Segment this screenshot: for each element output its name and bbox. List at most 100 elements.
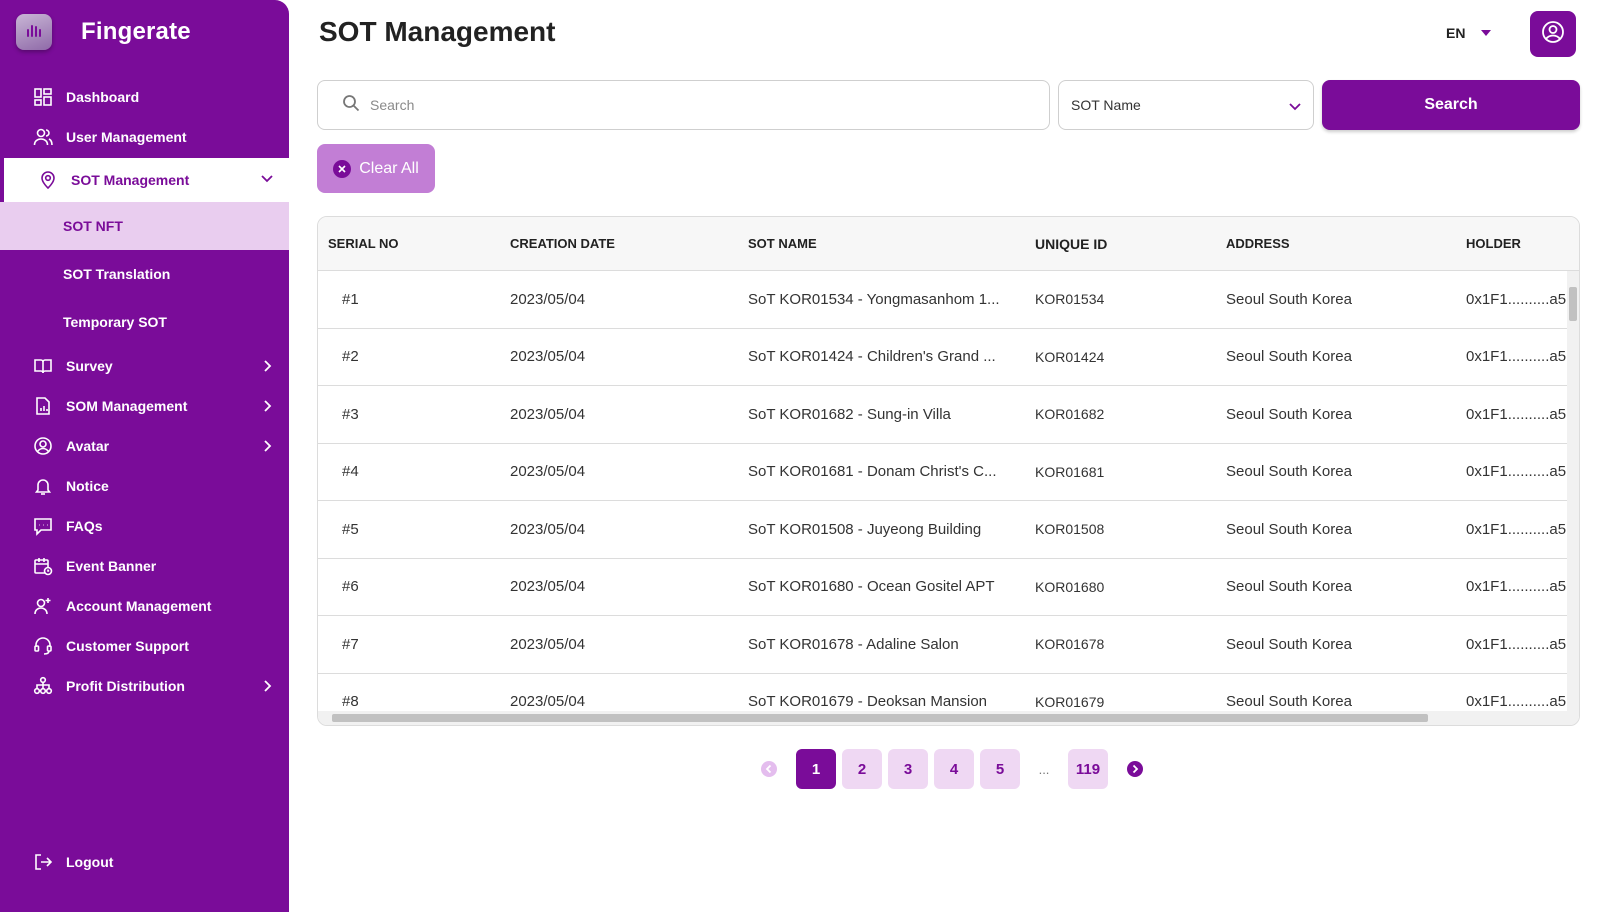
search-icon — [342, 94, 360, 117]
sidebar-item-label: Avatar — [66, 438, 110, 454]
sidebar-item-profit-distribution[interactable]: Profit Distribution — [0, 666, 289, 706]
sidebar-item-event-banner[interactable]: Event Banner — [0, 546, 289, 586]
chevron-right-icon — [259, 358, 275, 374]
sidebar-item-customer-support[interactable]: Customer Support — [0, 626, 289, 666]
brand[interactable]: Fingerate — [16, 12, 191, 52]
sidebar-item-faqs[interactable]: FAQs — [0, 506, 289, 546]
table-cell-address: Seoul South Korea — [1226, 635, 1352, 653]
profile-button[interactable] — [1530, 11, 1576, 57]
sidebar-item-som-management[interactable]: SOM Management — [0, 386, 289, 426]
column-header-address[interactable]: ADDRESS — [1226, 236, 1466, 251]
calendar-clock-icon — [33, 556, 53, 576]
chevron-right-icon — [259, 678, 275, 694]
table-cell-id: KOR01679 — [1035, 693, 1105, 710]
table-cell-serial: #1 — [342, 290, 359, 308]
caret-down-icon — [1481, 30, 1492, 36]
chevron-down-icon — [259, 170, 275, 186]
sidebar-item-dashboard[interactable]: Dashboard — [0, 77, 289, 117]
sidebar-item-user-management[interactable]: User Management — [0, 117, 289, 157]
table-cell-serial: #4 — [342, 463, 359, 481]
sidebar-item-survey[interactable]: Survey — [0, 346, 289, 386]
sidebar-item-avatar[interactable]: Avatar — [0, 426, 289, 466]
sidebar-item-label: Event Banner — [66, 558, 157, 574]
table-cell-address: Seoul South Korea — [1226, 348, 1352, 366]
table-body: #1 2023/05/04 SoT KOR01534 - Yongmasanhom … — [318, 271, 1579, 725]
table-cell-date: 2023/05/04 — [510, 578, 586, 596]
sidebar-item-notice[interactable]: Notice — [0, 466, 289, 506]
sidebar-item-label: Account Management — [66, 598, 212, 614]
table-cell-id: KOR01508 — [1035, 521, 1105, 538]
sot-table: SERIAL NO CREATION DATE SOT NAME UNIQUE … — [317, 216, 1580, 726]
sidebar-item-label: Customer Support — [66, 638, 189, 654]
table-cell-serial: #7 — [342, 635, 359, 653]
table-row[interactable]: #3 2023/05/04 SoT KOR01682 - Sung-in Villa… — [318, 386, 1579, 444]
logout-button[interactable]: Logout — [33, 852, 113, 872]
chevron-down-icon — [1287, 98, 1303, 117]
close-circle-icon — [333, 159, 352, 178]
page-button-2[interactable]: 2 — [842, 749, 882, 789]
sidebar-subitem-sot-nft[interactable]: SOT NFT — [0, 202, 289, 250]
table-row[interactable]: #2 2023/05/04 SoT KOR01424 - Children's Gr… — [318, 329, 1579, 386]
page-button-1[interactable]: 1 — [796, 749, 836, 789]
chevron-right-icon — [259, 398, 275, 414]
table-row[interactable]: #6 2023/05/04 SoT KOR01680 - Ocean Gositel… — [318, 559, 1579, 616]
column-header-sot-name[interactable]: SOT NAME — [748, 236, 1035, 251]
search-filter-select[interactable]: SOT Name — [1058, 80, 1314, 130]
table-row[interactable]: #4 2023/05/04 SoT KOR01681 - Donam Christ'… — [318, 444, 1579, 501]
table-cell-date: 2023/05/04 — [510, 520, 586, 538]
table-cell-name: SoT KOR01681 - Donam Christ's C... — [748, 463, 997, 481]
table-header: SERIAL NO CREATION DATE SOT NAME UNIQUE … — [318, 217, 1579, 271]
column-header-unique-id[interactable]: UNIQUE ID — [1035, 236, 1226, 252]
sidebar-subitem-sot-translation[interactable]: SOT Translation — [0, 250, 289, 298]
table-cell-name: SoT KOR01679 - Deoksan Mansion — [748, 693, 988, 711]
page-button-3[interactable]: 3 — [888, 749, 928, 789]
page-button-4[interactable]: 4 — [934, 749, 974, 789]
page-button-last[interactable]: 119 — [1068, 749, 1108, 789]
column-header-creation-date[interactable]: CREATION DATE — [510, 236, 748, 251]
search-button[interactable]: Search — [1322, 80, 1580, 130]
column-header-holder[interactable]: HOLDER — [1466, 236, 1566, 251]
table-cell-serial: #5 — [342, 520, 359, 538]
table-cell-serial: #8 — [342, 693, 359, 711]
sidebar-item-account-management[interactable]: Account Management — [0, 586, 289, 626]
column-header-serial-no[interactable]: SERIAL NO — [318, 236, 510, 251]
sidebar-item-label: Notice — [66, 478, 109, 494]
table-row[interactable]: #1 2023/05/04 SoT KOR01534 - Yongmasanhom … — [318, 271, 1579, 329]
sidebar-item-label: Survey — [66, 358, 113, 374]
previous-page-icon[interactable] — [760, 760, 778, 778]
table-cell-id: KOR01680 — [1035, 578, 1105, 595]
sidebar-item-sot-management[interactable]: SOT Management — [0, 158, 289, 202]
logout-icon — [33, 852, 53, 872]
table-cell-date: 2023/05/04 — [510, 405, 586, 423]
logout-label: Logout — [66, 854, 114, 870]
sidebar-subitem-label: Temporary SOT — [63, 314, 167, 330]
next-page-icon[interactable] — [1126, 760, 1144, 778]
clear-all-button[interactable]: Clear All — [317, 144, 435, 193]
language-selector[interactable]: EN — [1446, 25, 1492, 41]
table-cell-name: SoT KOR01678 - Adaline Salon — [748, 635, 959, 653]
sidebar-item-label: SOM Management — [66, 398, 188, 414]
horizontal-scrollbar[interactable] — [318, 711, 1579, 725]
table-cell-id: KOR01678 — [1035, 636, 1105, 653]
table-cell-address: Seoul South Korea — [1226, 463, 1352, 481]
table-cell-serial: #3 — [342, 405, 359, 423]
table-cell-name: SoT KOR01508 - Juyeong Building — [748, 520, 982, 538]
search-field[interactable] — [317, 80, 1050, 130]
brand-name: Fingerate — [81, 18, 191, 45]
table-cell-id: KOR01681 — [1035, 463, 1105, 480]
table-cell-name: SoT KOR01682 - Sung-in Villa — [748, 405, 951, 423]
table-cell-holder: 0x1F1..........a5 — [1466, 405, 1566, 423]
table-cell-address: Seoul South Korea — [1226, 578, 1352, 596]
vertical-scrollbar[interactable] — [1567, 271, 1579, 713]
page-button-5[interactable]: 5 — [980, 749, 1020, 789]
table-cell-address: Seoul South Korea — [1226, 290, 1352, 308]
table-cell-date: 2023/05/04 — [510, 348, 586, 366]
table-row[interactable]: #7 2023/05/04 SoT KOR01678 - Adaline Salon… — [318, 616, 1579, 674]
scrollbar-thumb[interactable] — [332, 714, 1428, 722]
table-row[interactable]: #5 2023/05/04 SoT KOR01508 - Juyeong Build… — [318, 501, 1579, 559]
table-cell-id: KOR01682 — [1035, 406, 1105, 423]
scrollbar-thumb[interactable] — [1569, 287, 1577, 321]
sidebar-subitem-temporary-sot[interactable]: Temporary SOT — [0, 298, 289, 346]
table-cell-date: 2023/05/04 — [510, 463, 586, 481]
search-input[interactable] — [370, 97, 1020, 113]
